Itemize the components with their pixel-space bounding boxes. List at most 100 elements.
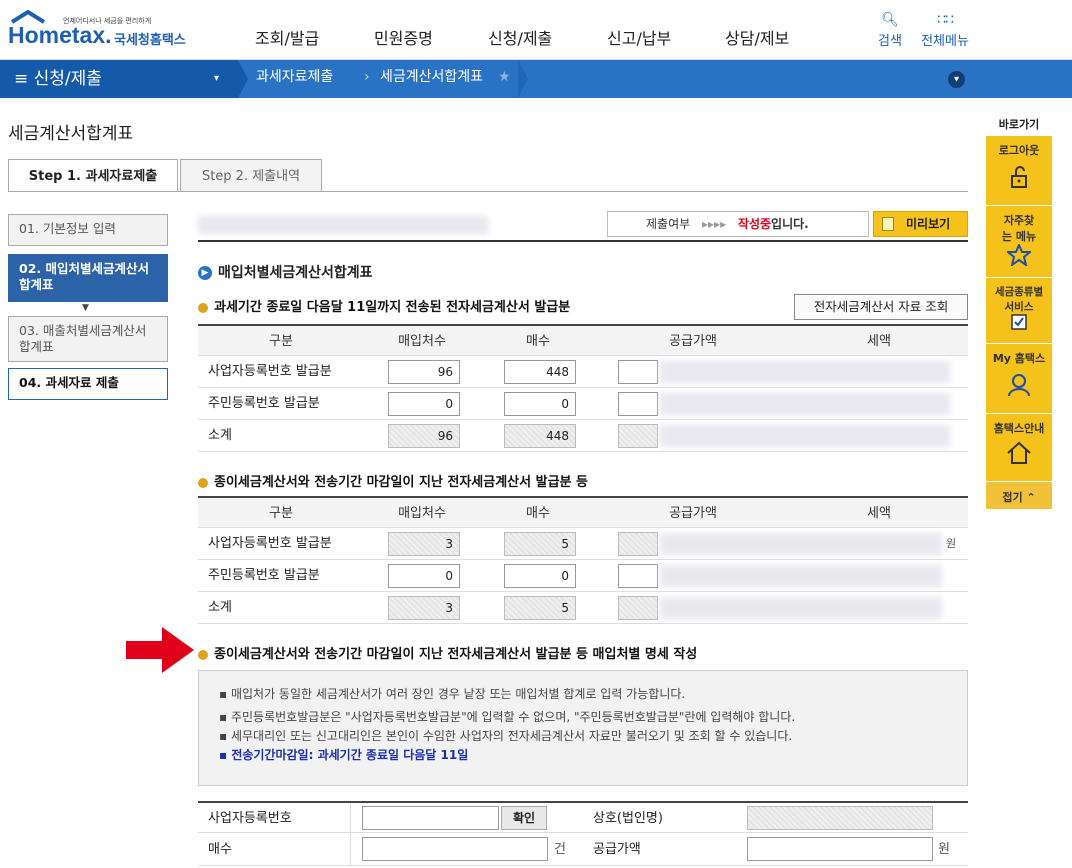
supplier-count-input: 3	[388, 532, 460, 556]
sheet-count-input[interactable]: 0	[504, 564, 576, 588]
supply-amount-input[interactable]	[618, 564, 658, 588]
row-label: 주민등록번호 발급분	[208, 396, 320, 411]
section-label: 신청/제출	[33, 69, 102, 89]
bizno-label: 사업자등록번호	[208, 811, 292, 826]
quick-guide-label: 홈택스안내	[993, 422, 1045, 435]
notice-text: 매입처가 동일한 세금계산서가 여러 장인 경우 낱장 또는 매입처별 합계로 …	[230, 687, 686, 701]
bullet-icon	[198, 649, 208, 660]
menu-consult[interactable]: 상담/제보	[725, 25, 789, 49]
section-selector[interactable]: ≡ 신청/제출 ▾	[0, 60, 238, 98]
tab-step1[interactable]: Step 1. 과세자료제출	[8, 159, 178, 192]
status-suffix: 입니다.	[771, 217, 809, 231]
row-label: 소계	[208, 600, 232, 615]
menu-apply[interactable]: 신청/제출	[488, 25, 552, 49]
bullet-icon	[198, 302, 208, 313]
sec1-heading: 과세기간 종료일 다음달 11일까지 전송된 전자세금계산서 발급분	[198, 296, 570, 315]
menu-inquiry[interactable]: 조회/발급	[255, 25, 319, 49]
chevron-up-icon: ⌃	[1026, 491, 1036, 504]
col-supply-amount: 공급가액	[669, 334, 717, 349]
quick-favorites-label: 자주찾는 메뉴	[1001, 214, 1037, 243]
row-label: 사업자등록번호 발급분	[208, 536, 332, 551]
top-header: 언제어디서나 세금을 편리하게 Hometax. 국세청홈택스 조회/발급 민원…	[0, 0, 1072, 60]
sec2-title: 종이세금계산서와 전송기간 마감일이 지난 전자세금계산서 발급분 등	[214, 475, 588, 490]
expand-circle-icon[interactable]: ▾	[948, 71, 965, 88]
sheet-count-input[interactable]: 0	[504, 392, 576, 416]
notice-item: ▪ 주민등록번호발급분은 "사업자등록번호발급분"에 입력할 수 없으며, "주…	[219, 710, 796, 724]
submission-status-box: 제출여부 ▸▸▸▸ 작성중입니다.	[607, 211, 869, 237]
home-icon	[1007, 441, 1031, 464]
star-icon	[1005, 242, 1033, 268]
step-submit[interactable]: 04. 과세자료 제출	[8, 368, 168, 400]
supply-amount-input[interactable]	[618, 360, 658, 384]
quick-logout[interactable]: 로그아웃	[986, 136, 1052, 206]
sheet-count-total: 5	[504, 596, 576, 620]
company-field	[747, 806, 933, 830]
menu-certificate[interactable]: 민원증명	[374, 25, 433, 49]
masked-amount	[660, 565, 942, 587]
table-row: 사업자등록번호 발급분 96 448	[198, 356, 968, 388]
search-button[interactable]: 🔍︎ 검색	[876, 12, 904, 49]
checkbox-icon	[1011, 314, 1027, 330]
preview-label: 미리보기	[906, 217, 951, 231]
all-menu-button[interactable]: ∷∷ 전체메뉴	[918, 12, 972, 49]
col-sheet-count: 매수	[526, 506, 550, 521]
notice-deadline-text: 전송기간마감일: 과세기간 종료일 다음달 11일	[231, 748, 469, 762]
navigation-bar: ≡ 신청/제출 ▾ 과세자료제출 › 세금계산서합계표 ★ ▾	[0, 60, 1072, 98]
status-arrows: ▸▸▸▸	[702, 217, 727, 231]
quick-guide[interactable]: 홈택스안내	[986, 414, 1052, 482]
notice-item: ▪ 매입처가 동일한 세금계산서가 여러 장인 경우 낱장 또는 매입처별 합계…	[219, 687, 686, 701]
count-input[interactable]	[362, 837, 548, 861]
e-invoice-query-button[interactable]: 전자세금계산서 자료 조회	[794, 294, 968, 320]
col-category: 구분	[269, 334, 293, 349]
quick-logout-label: 로그아웃	[998, 144, 1040, 157]
row-label: 소계	[208, 428, 232, 443]
dropdown-icon: ▾	[214, 73, 220, 84]
masked-amount	[660, 425, 950, 447]
menu-report[interactable]: 신고/납부	[607, 25, 671, 49]
person-icon	[1008, 374, 1030, 397]
quick-favorites[interactable]: 자주찾는 메뉴	[986, 206, 1052, 278]
logo-korean: 국세청홈택스	[114, 33, 186, 48]
all-menu-label: 전체메뉴	[921, 34, 969, 49]
step-purchase-summary[interactable]: 02. 매입처별세금계산서합계표	[8, 254, 168, 302]
tab-step2[interactable]: Step 2. 제출내역	[180, 159, 322, 192]
circle-arrow-icon: ▶	[198, 266, 212, 280]
breadcrumb-item-2[interactable]: 세금계산서합계표	[380, 60, 483, 98]
supply-label: 공급가액	[593, 842, 641, 857]
quick-fold-button[interactable]: 접기 ⌃	[986, 482, 1052, 510]
breadcrumb-item-1[interactable]: 과세자료제출	[256, 60, 333, 98]
notice-text: 주민등록번호발급분은 "사업자등록번호발급분"에 입력할 수 없으며, "주민등…	[230, 710, 796, 724]
supply-amount-input[interactable]	[618, 392, 658, 416]
supplier-count-input[interactable]: 96	[388, 360, 460, 384]
quick-tax-service[interactable]: 세금종류별 서비스	[986, 278, 1052, 344]
breadcrumb-arrow-icon	[238, 60, 248, 98]
step-basic-info[interactable]: 01. 기본정보 입력	[8, 214, 168, 246]
hometax-logo[interactable]: 언제어디서나 세금을 편리하게 Hometax. 국세청홈택스	[8, 8, 198, 54]
supply-input[interactable]	[747, 837, 933, 861]
table-header: 구분 매입처수 매수 공급가액 세액	[198, 498, 968, 528]
col-tax: 세액	[867, 506, 891, 521]
quick-tax-service-label: 세금종류별 서비스	[994, 286, 1044, 313]
col-category: 구분	[269, 506, 293, 521]
section-title-text: 매입처별세금계산서합계표	[218, 265, 373, 281]
preview-button[interactable]: 미리보기	[873, 211, 968, 237]
col-tax: 세액	[867, 334, 891, 349]
quick-myhometax-label: My 홈택스	[992, 352, 1046, 365]
supplier-count-input[interactable]: 0	[388, 392, 460, 416]
row-label: 사업자등록번호 발급분	[208, 364, 332, 379]
sheet-count-input[interactable]: 448	[504, 360, 576, 384]
table-row: 주민등록번호 발급분 0 0	[198, 560, 968, 592]
masked-amount	[660, 597, 942, 619]
status-state: 작성중	[737, 217, 772, 231]
favorite-star-icon[interactable]: ★	[498, 60, 511, 98]
company-label: 상호(법인명)	[593, 811, 663, 826]
bizno-input[interactable]	[362, 806, 499, 830]
notice-item: ▪ 세무대리인 또는 신고대리인은 본인이 수임한 사업자의 전자세금계산서 자…	[219, 729, 793, 743]
quick-myhometax[interactable]: My 홈택스	[986, 344, 1052, 414]
sec2-heading: 종이세금계산서와 전송기간 마감일이 지난 전자세금계산서 발급분 등	[198, 471, 588, 490]
confirm-button[interactable]: 확인	[501, 806, 547, 830]
supply-unit: 원	[938, 842, 950, 857]
step-sales-summary[interactable]: 03. 매출처별세금계산서합계표	[8, 316, 168, 362]
supplier-count-input[interactable]: 0	[388, 564, 460, 588]
sheet-count-total: 448	[504, 424, 576, 448]
